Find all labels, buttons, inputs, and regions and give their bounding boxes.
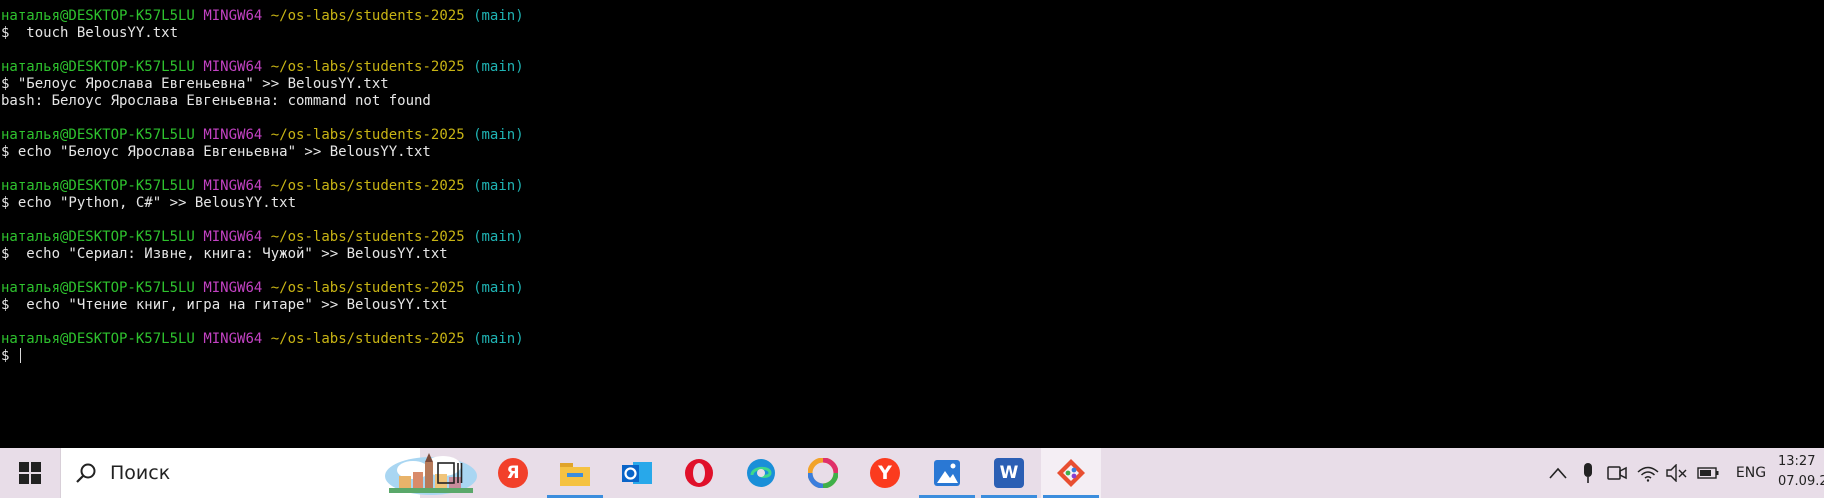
command-line: $ echo "Сериал: Извне, книга: Чужой" >> … bbox=[1, 246, 448, 262]
command-line: $ echo "Чтение книг, игра на гитаре" >> … bbox=[1, 297, 448, 313]
prompt-branch: (main) bbox=[473, 8, 524, 24]
prompt-system: MINGW64 bbox=[203, 229, 263, 245]
taskbar-edge[interactable] bbox=[731, 448, 791, 498]
file-explorer-icon bbox=[560, 463, 590, 486]
tray-volume[interactable] bbox=[1664, 448, 1690, 498]
prompt-line: наталья@DESKTOP-K57L5LU MINGW64 ~/os-lab… bbox=[1, 8, 1824, 25]
prompt-system: MINGW64 bbox=[203, 127, 263, 143]
tray-camera[interactable] bbox=[1604, 448, 1630, 498]
text-cursor bbox=[19, 348, 21, 363]
search-box[interactable]: Поиск bbox=[60, 448, 477, 498]
windows-logo-icon bbox=[19, 462, 41, 484]
prompt-branch: (main) bbox=[473, 280, 524, 296]
prompt-line: наталья@DESKTOP-K57L5LU MINGW64 ~/os-lab… bbox=[1, 59, 1824, 76]
prompt-system: MINGW64 bbox=[203, 8, 263, 24]
command-output-line: bash: Белоус Ярослава Евгеньевна: comman… bbox=[1, 93, 431, 109]
prompt-branch: (main) bbox=[473, 59, 524, 75]
prompt-path: ~/os-labs/students-2025 bbox=[270, 280, 465, 296]
outlook-icon bbox=[622, 462, 652, 484]
opera-icon bbox=[685, 459, 713, 487]
command-line: $ echo "Python, C#" >> BelousYY.txt bbox=[1, 195, 297, 211]
search-placeholder: Поиск bbox=[110, 462, 171, 484]
wifi-icon bbox=[1637, 466, 1659, 482]
prompt-line: наталья@DESKTOP-K57L5LU MINGW64 ~/os-lab… bbox=[1, 178, 1824, 195]
taskbar: Поиск Я Y W ENG 13:27 07.09.2 bbox=[0, 448, 1824, 498]
git-bash-icon bbox=[1057, 459, 1085, 487]
clock-date[interactable]: 07.09.20 bbox=[1778, 474, 1824, 489]
photos-icon bbox=[934, 460, 960, 486]
taskbar-photos[interactable] bbox=[917, 448, 977, 498]
prompt-path: ~/os-labs/students-2025 bbox=[270, 8, 465, 24]
taskbar-outlook[interactable] bbox=[607, 448, 667, 498]
tray-battery[interactable] bbox=[1694, 448, 1722, 498]
prompt-branch: (main) bbox=[473, 331, 524, 347]
taskbar-opera[interactable] bbox=[669, 448, 729, 498]
prompt-user: наталья@DESKTOP-K57L5LU bbox=[1, 8, 195, 24]
battery-icon bbox=[1697, 467, 1719, 479]
yandex-icon: Я bbox=[498, 458, 528, 488]
prompt-branch: (main) bbox=[473, 178, 524, 194]
terminal-window[interactable]: наталья@DESKTOP-K57L5LU MINGW64 ~/os-lab… bbox=[0, 0, 1824, 448]
command-line: $ "Белоус Ярослава Евгеньевна" >> Belous… bbox=[1, 76, 389, 92]
prompt-line: наталья@DESKTOP-K57L5LU MINGW64 ~/os-lab… bbox=[1, 127, 1824, 144]
taskbar-git-bash[interactable] bbox=[1041, 448, 1101, 498]
taskbar-file-explorer[interactable] bbox=[545, 448, 605, 498]
taskbar-word[interactable]: W bbox=[979, 448, 1039, 498]
prompt-user: наталья@DESKTOP-K57L5LU bbox=[1, 280, 195, 296]
prompt-system: MINGW64 bbox=[203, 178, 263, 194]
command-line: $ touch BelousYY.txt bbox=[1, 25, 179, 41]
taskbar-yandex-browser[interactable]: Y bbox=[855, 448, 915, 498]
prompt-user: наталья@DESKTOP-K57L5LU bbox=[1, 127, 195, 143]
clock-time[interactable]: 13:27 bbox=[1778, 454, 1815, 469]
prompt-symbol: $ bbox=[1, 348, 10, 364]
color-wheel-app-icon bbox=[808, 458, 838, 488]
prompt-user: наталья@DESKTOP-K57L5LU bbox=[1, 178, 195, 194]
taskbar-color-app[interactable] bbox=[793, 448, 853, 498]
task-view-icon bbox=[437, 462, 463, 484]
taskbar-task-view[interactable] bbox=[420, 448, 480, 498]
tray-overflow-button[interactable] bbox=[1544, 448, 1572, 498]
tray-microphone[interactable] bbox=[1576, 448, 1600, 498]
prompt-line: наталья@DESKTOP-K57L5LU MINGW64 ~/os-lab… bbox=[1, 229, 1824, 246]
volume-muted-icon bbox=[1666, 464, 1687, 482]
microphone-icon bbox=[1584, 463, 1592, 483]
prompt-branch: (main) bbox=[473, 229, 524, 245]
prompt-path: ~/os-labs/students-2025 bbox=[270, 178, 465, 194]
prompt-system: MINGW64 bbox=[203, 280, 263, 296]
prompt-user: наталья@DESKTOP-K57L5LU bbox=[1, 59, 195, 75]
prompt-system: MINGW64 bbox=[203, 59, 263, 75]
start-button[interactable] bbox=[0, 448, 60, 498]
tray-network[interactable] bbox=[1634, 448, 1662, 498]
prompt-path: ~/os-labs/students-2025 bbox=[270, 331, 465, 347]
prompt-path: ~/os-labs/students-2025 bbox=[270, 59, 465, 75]
chevron-up-icon bbox=[1549, 467, 1567, 479]
input-line[interactable]: $ bbox=[1, 348, 1824, 365]
edge-icon bbox=[747, 459, 775, 487]
terminal-output: наталья@DESKTOP-K57L5LU MINGW64 ~/os-lab… bbox=[0, 0, 1824, 365]
command-line: $ echo "Белоус Ярослава Евгеньевна" >> B… bbox=[1, 144, 431, 160]
prompt-line: наталья@DESKTOP-K57L5LU MINGW64 ~/os-lab… bbox=[1, 280, 1824, 297]
prompt-system: MINGW64 bbox=[203, 331, 263, 347]
camera-icon bbox=[1607, 466, 1627, 480]
yandex-browser-icon: Y bbox=[870, 458, 900, 488]
word-icon: W bbox=[994, 458, 1024, 488]
search-icon bbox=[76, 463, 96, 483]
prompt-line: наталья@DESKTOP-K57L5LU MINGW64 ~/os-lab… bbox=[1, 331, 1824, 348]
prompt-path: ~/os-labs/students-2025 bbox=[270, 229, 465, 245]
prompt-user: наталья@DESKTOP-K57L5LU bbox=[1, 229, 195, 245]
taskbar-yandex[interactable]: Я bbox=[483, 448, 543, 498]
prompt-user: наталья@DESKTOP-K57L5LU bbox=[1, 331, 195, 347]
prompt-path: ~/os-labs/students-2025 bbox=[270, 127, 465, 143]
tray-language[interactable]: ENG bbox=[1730, 448, 1772, 498]
prompt-branch: (main) bbox=[473, 127, 524, 143]
